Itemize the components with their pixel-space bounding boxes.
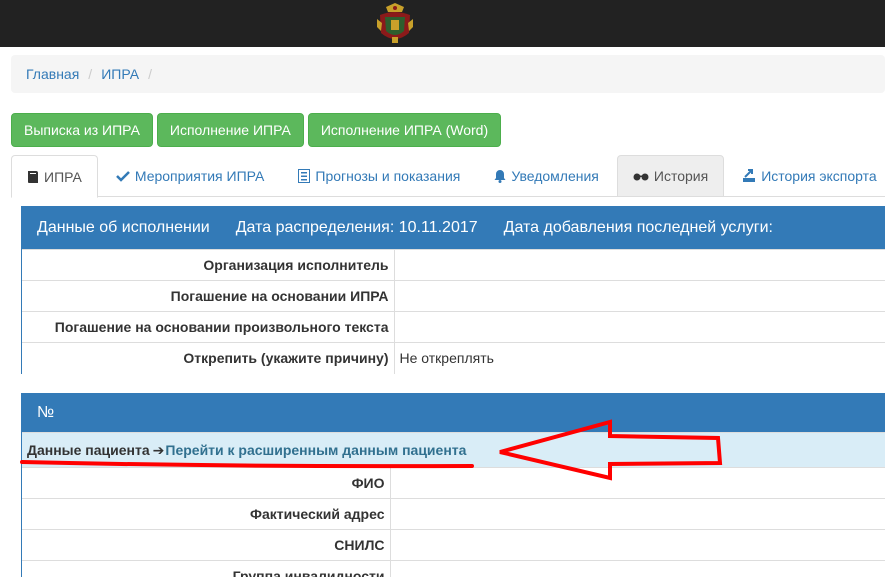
tab-label: Прогнозы и показания <box>315 168 461 184</box>
table-row: ФИО <box>22 467 885 499</box>
breadcrumb-ipra-link[interactable]: ИПРА <box>101 66 139 82</box>
check-icon <box>115 171 130 182</box>
ipra-execution-word-button[interactable]: Исполнение ИПРА (Word) <box>307 113 502 147</box>
row-value <box>394 311 885 343</box>
table-row: Группа инвалидности <box>22 560 885 577</box>
list-icon <box>298 169 311 183</box>
table-row: Погашение на основании произвольного тек… <box>22 311 885 343</box>
tab-ipra[interactable]: ИПРА <box>11 155 98 198</box>
tab-label: ИПРА <box>44 168 82 185</box>
tab-label: Уведомления <box>511 168 599 184</box>
row-label: ФИО <box>22 467 391 499</box>
row-label: Организация исполнитель <box>22 249 395 281</box>
tab-forecasts[interactable]: Прогнозы и показания <box>282 155 476 197</box>
table-row: Организация исполнитель <box>22 249 885 281</box>
row-label: Погашение на основании ИПРА <box>22 280 395 312</box>
tab-label: Мероприятия ИПРА <box>134 168 265 184</box>
row-label: Погашение на основании произвольного тек… <box>22 311 395 343</box>
ipra-execution-button[interactable]: Исполнение ИПРА <box>156 113 304 147</box>
tab-export-history[interactable]: История экспорта <box>726 155 885 197</box>
action-buttons: Выписка из ИПРА Исполнение ИПРА Исполнен… <box>11 113 502 147</box>
coat-of-arms-logo <box>377 3 413 43</box>
glasses-icon <box>633 173 649 181</box>
distribution-date: Дата распределения: 10.11.2017 <box>236 219 478 237</box>
book-icon <box>28 170 38 183</box>
last-service-date-label: Дата добавления последней услуги: <box>503 219 773 236</box>
patient-data-row: Данные пациента ➔ Перейти к расширенным … <box>22 432 885 467</box>
execution-data-panel: Данные об исполнении Дата распределения:… <box>21 206 885 374</box>
row-value <box>390 529 885 561</box>
row-value <box>390 560 885 577</box>
table-row: СНИЛС <box>22 529 885 561</box>
row-label: Группа инвалидности <box>22 560 391 577</box>
breadcrumb: Главная / ИПРА / <box>11 55 885 93</box>
table-row: Погашение на основании ИПРА <box>22 280 885 312</box>
breadcrumb-home-link[interactable]: Главная <box>26 66 79 82</box>
breadcrumb-separator: / <box>148 66 152 82</box>
breadcrumb-separator: / <box>88 66 93 82</box>
top-navbar <box>0 0 885 47</box>
distribution-date-label: Дата распределения: <box>235 219 395 236</box>
tab-label: История <box>653 168 709 184</box>
detach-reason-value[interactable]: Не откреплять <box>394 342 885 374</box>
export-icon <box>743 169 756 182</box>
tab-notifications[interactable]: Уведомления <box>478 155 615 197</box>
execution-panel-title: Данные об исполнении <box>37 219 210 236</box>
row-value <box>394 249 885 281</box>
extended-patient-data-link[interactable]: Перейти к расширенным данным пациента <box>165 442 466 458</box>
row-value <box>394 280 885 312</box>
row-value <box>390 467 885 499</box>
tab-ipra-activities[interactable]: Мероприятия ИПРА <box>100 155 281 197</box>
patient-panel: № Данные пациента ➔ Перейти к расширенны… <box>21 393 885 577</box>
execution-table: Организация исполнитель Погашение на осн… <box>22 249 885 374</box>
patient-data-label: Данные пациента <box>27 442 150 458</box>
patient-table: ФИО Фактический адрес СНИЛС Группа инвал… <box>22 467 885 577</box>
patient-panel-title: № <box>37 404 55 421</box>
row-label: Открепить (укажите причину) <box>22 342 395 374</box>
row-value <box>390 498 885 530</box>
execution-panel-header: Данные об исполнении Дата распределения:… <box>22 207 885 249</box>
tab-bar: ИПРА Мероприятия ИПРА Прогнозы и показан… <box>11 155 885 198</box>
bell-icon <box>494 170 506 183</box>
tab-history[interactable]: История <box>616 155 725 197</box>
tab-label: История экспорта <box>761 168 877 184</box>
ipra-extract-button[interactable]: Выписка из ИПРА <box>11 113 153 147</box>
arrow-right-icon: ➔ <box>152 441 165 458</box>
row-label: Фактический адрес <box>22 498 391 530</box>
table-row: Открепить (укажите причину) Не откреплят… <box>22 342 885 374</box>
distribution-date-value: 10.11.2017 <box>398 219 478 236</box>
row-label: СНИЛС <box>22 529 391 561</box>
table-row: Фактический адрес <box>22 498 885 530</box>
patient-panel-header: № <box>22 394 885 432</box>
